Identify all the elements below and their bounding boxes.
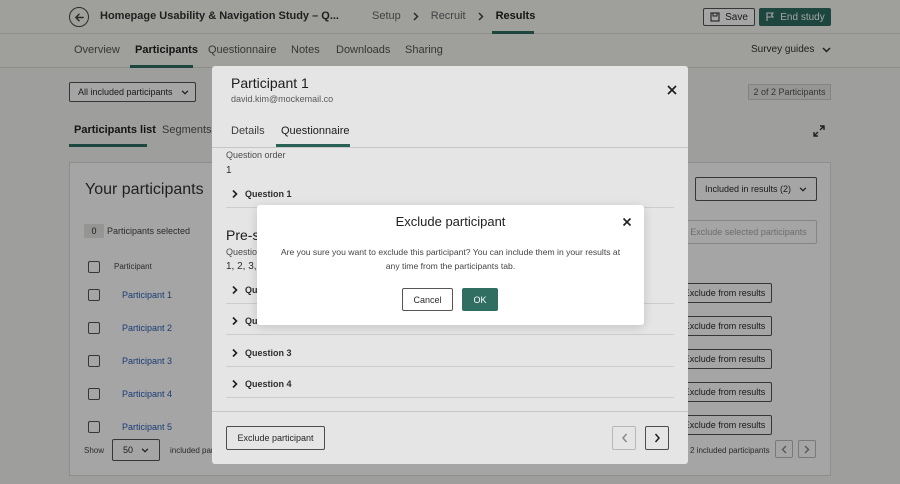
dialog-title: Exclude participant	[395, 214, 506, 229]
dialog-message: Are you sure you want to exclude this pa…	[280, 247, 621, 271]
exclude-confirm-dialog: Exclude participant Are you sure you wan…	[257, 205, 644, 325]
close-icon[interactable]	[621, 216, 633, 228]
cancel-button[interactable]: Cancel	[402, 288, 453, 311]
ok-button[interactable]: OK	[462, 288, 498, 311]
